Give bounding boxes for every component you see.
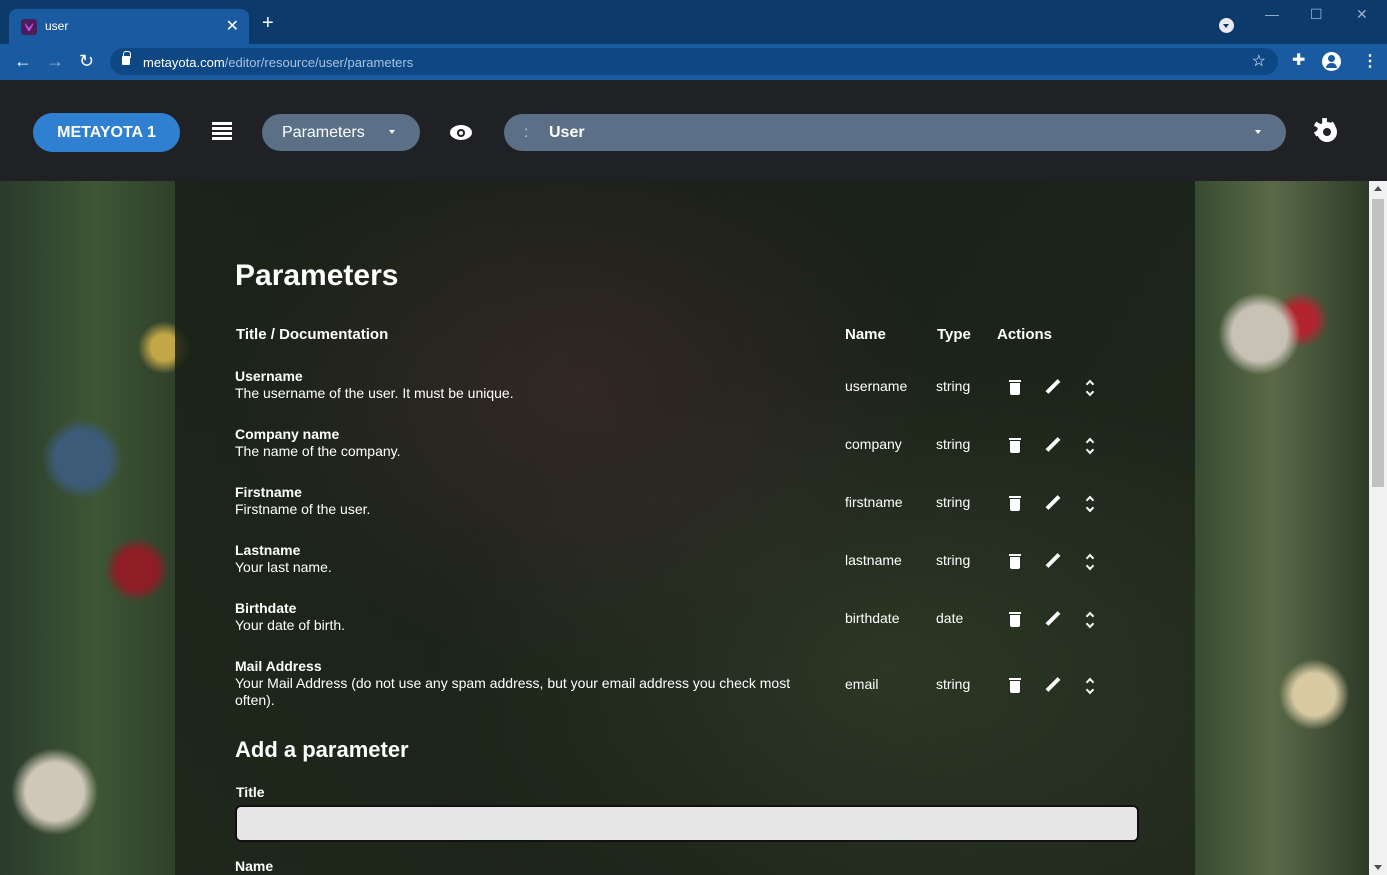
parameter-title: Lastname: [235, 542, 301, 558]
delete-icon[interactable]: [1009, 438, 1021, 453]
url-text[interactable]: metayota.com/editor/resource/user/parame…: [143, 55, 413, 70]
parameter-type: string: [936, 378, 971, 394]
browser-tab-strip: user ✕ + — ☐ ✕: [0, 0, 1387, 44]
parameter-doc: Firstname of the user.: [235, 501, 371, 517]
reorder-arrows-icon[interactable]: [1086, 438, 1094, 454]
delete-icon[interactable]: [1009, 612, 1021, 627]
title-input[interactable]: [235, 805, 1139, 842]
parameter-doc: The username of the user. It must be uni…: [235, 385, 514, 401]
preview-eye-icon[interactable]: [450, 125, 472, 140]
parameter-title: Username: [235, 368, 303, 384]
parameter-name: lastname: [845, 552, 902, 568]
reorder-arrows-icon[interactable]: [1086, 554, 1094, 570]
parameter-doc: Your date of birth.: [235, 617, 346, 633]
parameter-title: Company name: [235, 426, 340, 442]
scrollbar-thumb[interactable]: [1372, 199, 1384, 487]
tab-close-icon[interactable]: ✕: [226, 16, 239, 36]
delete-icon[interactable]: [1009, 380, 1021, 395]
caret-down-icon: [389, 130, 395, 134]
parameter-title: Mail Address: [235, 658, 322, 674]
minimize-button[interactable]: —: [1265, 6, 1279, 22]
address-bar[interactable]: metayota.com/editor/resource/user/parame…: [110, 48, 1278, 75]
reload-icon[interactable]: ↻: [79, 51, 94, 71]
delete-icon[interactable]: [1009, 678, 1021, 693]
scrollbar[interactable]: [1369, 181, 1387, 875]
parameter-type: string: [936, 676, 971, 692]
lock-icon: [122, 51, 131, 65]
edit-pencil-icon[interactable]: [1045, 554, 1061, 570]
gear-icon[interactable]: [1312, 113, 1337, 149]
parameter-title: Firstname: [235, 484, 302, 500]
edit-pencil-icon[interactable]: [1045, 496, 1061, 512]
parameter-name: email: [845, 676, 879, 692]
title-field-label: Title: [236, 784, 265, 800]
parameter-type: string: [936, 494, 971, 510]
extensions-puzzle-icon[interactable]: ✚: [1292, 50, 1305, 70]
url-domain: metayota.com: [143, 55, 225, 70]
parameter-type: date: [936, 610, 964, 626]
reorder-arrows-icon[interactable]: [1086, 380, 1094, 396]
resource-prefix: :: [524, 124, 529, 141]
parameter-doc: Your last name.: [235, 559, 332, 575]
maximize-button[interactable]: ☐: [1310, 6, 1323, 23]
parameter-title: Birthdate: [235, 600, 297, 616]
list-icon[interactable]: [212, 122, 232, 140]
page-background: [0, 181, 1369, 875]
delete-icon[interactable]: [1009, 496, 1021, 511]
scroll-up-arrow-icon[interactable]: [1374, 186, 1382, 191]
parameter-name: company: [845, 436, 902, 452]
edit-pencil-icon[interactable]: [1045, 612, 1061, 628]
parameter-type: string: [936, 436, 971, 452]
browser-toolbar: ← → ↻ metayota.com/editor/resource/user/…: [0, 44, 1387, 78]
name-field-label: Name: [235, 858, 274, 874]
parameter-type: string: [936, 552, 971, 568]
reorder-arrows-icon[interactable]: [1086, 678, 1094, 694]
new-tab-button[interactable]: +: [262, 13, 274, 33]
parameter-doc: Your Mail Address (do not use any spam a…: [235, 675, 791, 708]
bookmark-star-icon[interactable]: ☆: [1252, 51, 1266, 71]
section-select-label: Parameters: [282, 124, 365, 141]
column-header-type: Type: [937, 326, 971, 343]
parameter-doc: The name of the company.: [235, 443, 401, 459]
add-parameter-heading: Add a parameter: [235, 737, 409, 762]
tab-title: user: [45, 19, 69, 33]
browser-tab[interactable]: user ✕: [9, 9, 249, 44]
back-arrow-icon[interactable]: ←: [14, 51, 32, 71]
window-close-button[interactable]: ✕: [1356, 6, 1368, 23]
tab-search-icon[interactable]: [1219, 18, 1234, 33]
metayota-favicon-icon: [21, 19, 37, 35]
parameter-name: username: [845, 378, 908, 394]
delete-icon[interactable]: [1009, 554, 1021, 569]
column-header-actions: Actions: [997, 326, 1053, 343]
page-title: Parameters: [235, 259, 399, 292]
forward-arrow-icon[interactable]: →: [46, 51, 64, 71]
section-select[interactable]: Parameters: [262, 114, 420, 151]
resource-select-label: User: [549, 124, 585, 141]
scroll-down-arrow-icon[interactable]: [1374, 865, 1382, 870]
parameter-name: firstname: [845, 494, 903, 510]
reorder-arrows-icon[interactable]: [1086, 612, 1094, 628]
edit-pencil-icon[interactable]: [1045, 678, 1061, 694]
brand-button[interactable]: METAYOTA 1: [33, 113, 180, 152]
column-header-name: Name: [845, 326, 886, 343]
url-path: /editor/resource/user/parameters: [224, 55, 414, 70]
reorder-arrows-icon[interactable]: [1086, 496, 1094, 512]
profile-avatar-icon[interactable]: [1322, 52, 1341, 71]
browser-menu-icon[interactable]: ⋮: [1362, 51, 1378, 71]
column-header-title: Title / Documentation: [236, 326, 389, 343]
edit-pencil-icon[interactable]: [1045, 438, 1061, 454]
resource-select[interactable]: : User: [504, 114, 1286, 151]
caret-down-icon: [1255, 130, 1261, 134]
edit-pencil-icon[interactable]: [1045, 380, 1061, 396]
app-header: METAYOTA 1 Parameters : User: [0, 78, 1387, 181]
parameter-name: birthdate: [845, 610, 900, 626]
